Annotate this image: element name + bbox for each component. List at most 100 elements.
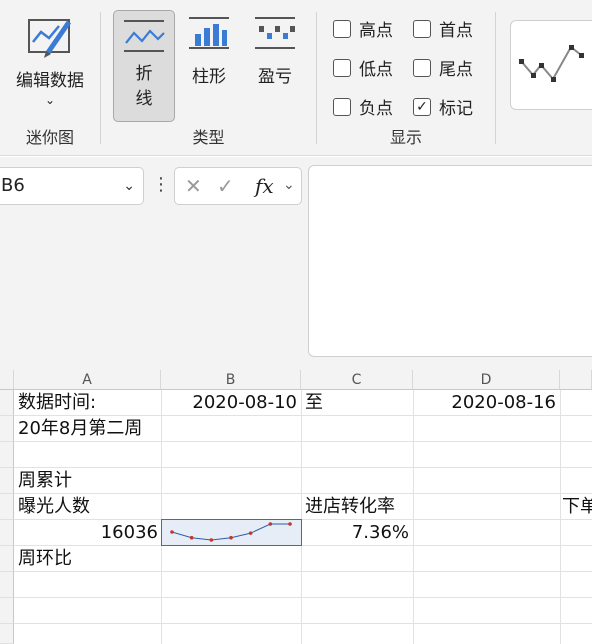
insert-function-icon[interactable]: fx [255, 174, 274, 198]
row-header[interactable] [0, 442, 14, 468]
edit-data-label: 编辑数据 [16, 71, 84, 91]
line-sparkline-icon [124, 20, 165, 52]
gridline [413, 390, 414, 644]
cell-a4[interactable]: 周累计 [18, 468, 72, 494]
formula-actions: ✕ ✓ fx ⌄ [174, 167, 302, 205]
group-show: 高点 首点 低点 尾点 负点 ✓ 标记 显示 [317, 0, 495, 156]
gridline [161, 390, 162, 644]
last-point-label: 尾点 [439, 60, 473, 80]
win-loss-sparkline-icon [255, 17, 295, 49]
high-point-checkbox[interactable]: 高点 [333, 16, 393, 41]
column-label: 柱形 [192, 67, 226, 87]
chevron-down-icon[interactable]: ⌄ [283, 177, 295, 193]
checkbox-box[interactable] [333, 58, 351, 77]
edit-data-icon [28, 19, 72, 58]
chevron-down-icon: ⌄ [44, 93, 56, 107]
cell-c6[interactable]: 7.36% [301, 520, 409, 546]
confirm-icon[interactable]: ✓ [217, 174, 234, 198]
column-header-e[interactable] [560, 370, 592, 390]
cell-a5[interactable]: 曝光人数 [18, 494, 90, 520]
ribbon: 编辑数据 ⌄ 迷你图 折 线 柱形 盈亏 类型 高点 首点 低点 尾点 负点 ✓… [0, 0, 592, 156]
markers-checkbox[interactable]: ✓ 标记 [413, 94, 473, 119]
edit-data-button[interactable]: 编辑数据 ⌄ [8, 14, 92, 114]
line-label-2: 线 [135, 89, 153, 109]
high-point-label: 高点 [359, 21, 393, 41]
sparkline-marker [268, 522, 273, 526]
name-box-value: B6 [1, 175, 25, 196]
formula-bar: B6 ⌄ ⋮ ✕ ✓ fx ⌄ [0, 157, 592, 370]
first-point-label: 首点 [439, 21, 473, 41]
sparkline-marker [189, 535, 194, 540]
last-point-checkbox[interactable]: 尾点 [413, 55, 473, 80]
chevron-down-icon[interactable]: ⌄ [123, 178, 135, 194]
formula-input[interactable] [308, 165, 592, 357]
markers-label: 标记 [439, 99, 473, 119]
negative-point-checkbox[interactable]: 负点 [333, 94, 393, 119]
select-all-corner[interactable] [0, 370, 14, 390]
cell-a6[interactable]: 16036 [14, 520, 158, 546]
first-point-checkbox[interactable]: 首点 [413, 16, 473, 41]
checkbox-box[interactable] [413, 19, 431, 38]
cell-b1[interactable]: 2020-08-10 [161, 390, 297, 416]
separator [495, 12, 496, 144]
group-type: 折 线 柱形 盈亏 类型 [101, 0, 316, 156]
column-header-c[interactable]: C [301, 370, 413, 390]
sparkline-marker [229, 535, 233, 540]
checkbox-box[interactable] [333, 97, 351, 116]
win-loss-label: 盈亏 [258, 67, 292, 87]
cell-d1[interactable]: 2020-08-16 [413, 390, 556, 416]
name-box[interactable]: B6 ⌄ [0, 167, 144, 205]
gridline [560, 390, 561, 644]
sparkline-style-preview-icon [519, 45, 584, 82]
selected-cell-b6[interactable] [161, 519, 302, 546]
gridline [14, 493, 592, 494]
column-header-d[interactable]: D [413, 370, 560, 390]
group-label-sparkline: 迷你图 [25, 128, 74, 147]
check-icon[interactable]: ✓ [413, 97, 431, 116]
cell-c1[interactable]: 至 [305, 390, 323, 416]
spreadsheet-grid: A B C D 数据时间: 2020-08-10 至 2020-08-16 20… [0, 370, 592, 644]
row-header[interactable] [0, 468, 14, 494]
checkbox-box[interactable] [413, 58, 431, 77]
gridline [14, 597, 592, 598]
row-header[interactable] [0, 598, 14, 624]
row-header[interactable] [0, 546, 14, 572]
more-options-icon[interactable]: ⋮ [152, 174, 170, 195]
sparkline-marker [209, 538, 214, 542]
line-label-1: 折 [135, 64, 153, 84]
sparkline-chart [170, 522, 292, 542]
gridline [301, 390, 302, 644]
row-header[interactable] [0, 416, 14, 442]
row-header[interactable] [0, 494, 14, 520]
checkbox-box[interactable] [333, 19, 351, 38]
sparkline-style-gallery[interactable] [510, 20, 592, 110]
negative-point-label: 负点 [359, 99, 393, 119]
low-point-label: 低点 [359, 60, 393, 80]
sparkline-marker [288, 522, 292, 526]
cell-a1[interactable]: 数据时间: [18, 390, 96, 416]
sparkline-marker [170, 530, 174, 534]
cancel-icon[interactable]: ✕ [185, 174, 202, 198]
group-label-show: 显示 [389, 128, 422, 147]
column-header-b[interactable]: B [161, 370, 301, 390]
gridline [14, 571, 592, 572]
cell-e5[interactable]: 下单 [562, 494, 592, 520]
row-header[interactable] [0, 390, 14, 416]
cell-a2[interactable]: 20年8月第二周 [18, 416, 142, 442]
win-loss-sparkline-button[interactable]: 盈亏 [251, 14, 299, 94]
cell-a7[interactable]: 周环比 [18, 546, 72, 572]
column-sparkline-button[interactable]: 柱形 [185, 14, 233, 94]
cell-c5[interactable]: 进店转化率 [305, 494, 395, 520]
column-header-a[interactable]: A [14, 370, 161, 390]
row-header[interactable] [0, 572, 14, 598]
gridline [14, 467, 592, 468]
line-sparkline-button[interactable]: 折 线 [113, 10, 175, 122]
group-sparkline: 编辑数据 ⌄ 迷你图 [0, 0, 100, 156]
group-label-type: 类型 [192, 128, 225, 147]
low-point-checkbox[interactable]: 低点 [333, 55, 393, 80]
column-sparkline-icon [189, 17, 229, 49]
row-header[interactable] [0, 624, 14, 644]
sparkline-marker [248, 531, 253, 535]
row-header[interactable] [0, 520, 14, 546]
gridline [14, 623, 592, 624]
